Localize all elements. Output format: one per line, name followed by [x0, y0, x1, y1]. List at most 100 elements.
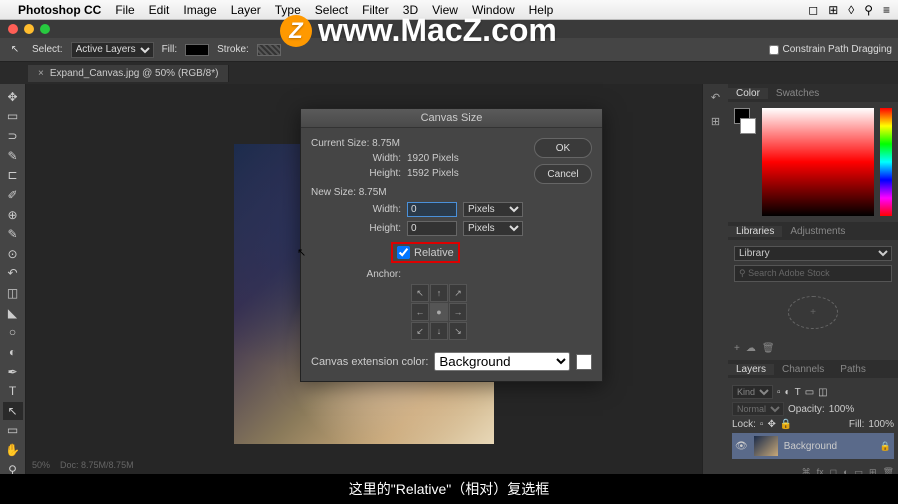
new-height-input[interactable]	[407, 221, 457, 236]
path-selection-tool[interactable]: ↖	[3, 402, 23, 420]
layer-row-background[interactable]: 👁 Background 🔒	[732, 433, 894, 459]
search-icon[interactable]: ⚲	[864, 3, 873, 17]
relative-label: Relative	[414, 247, 454, 259]
anchor-s[interactable]: ↓	[430, 322, 448, 340]
menu-image[interactable]: Image	[183, 3, 216, 17]
doc-size: Doc: 8.75M/8.75M	[60, 460, 134, 470]
filter-image-icon[interactable]: ▫	[777, 387, 781, 398]
blur-tool[interactable]: ○	[3, 324, 23, 342]
relative-checkbox[interactable]	[397, 246, 410, 259]
properties-panel-icon[interactable]: ⊞	[707, 112, 725, 130]
color-tab[interactable]: Color	[728, 88, 768, 99]
relative-checkbox-highlight: Relative	[391, 242, 460, 263]
minimize-window-button[interactable]	[24, 24, 34, 34]
layer-lock-icon[interactable]: 🔒	[880, 441, 891, 452]
close-tab-icon[interactable]: ×	[38, 68, 44, 79]
hand-tool[interactable]: ✋	[3, 441, 23, 459]
library-drop-target[interactable]: +	[788, 296, 838, 329]
color-spectrum[interactable]	[762, 108, 874, 216]
lock-all-icon[interactable]: 🔒	[780, 419, 792, 430]
stroke-swatch[interactable]	[257, 44, 281, 56]
anchor-n[interactable]: ↑	[430, 284, 448, 302]
battery-icon[interactable]: ◊	[848, 3, 854, 17]
close-window-button[interactable]	[8, 24, 18, 34]
opacity-value[interactable]: 100%	[829, 404, 855, 415]
menu-extras-icon[interactable]: ≡	[883, 3, 890, 17]
healing-tool[interactable]: ⊕	[3, 206, 23, 224]
eyedropper-tool[interactable]: ✐	[3, 186, 23, 204]
fill-opacity-value[interactable]: 100%	[868, 419, 894, 430]
layer-kind-filter[interactable]: Kind	[732, 385, 773, 399]
filter-type-icon[interactable]: T	[795, 387, 801, 398]
clone-tool[interactable]: ⊙	[3, 245, 23, 263]
gradient-tool[interactable]: ◣	[3, 304, 23, 322]
constrain-checkbox[interactable]: Constrain Path Dragging	[769, 44, 892, 55]
extension-color-select[interactable]: Background	[434, 352, 570, 371]
layers-tab[interactable]: Layers	[728, 364, 774, 375]
libraries-tab[interactable]: Libraries	[728, 226, 782, 237]
select-dropdown[interactable]: Active Layers	[71, 42, 154, 58]
new-width-input[interactable]	[407, 202, 457, 217]
adjustments-tab[interactable]: Adjustments	[782, 226, 853, 237]
filter-smart-icon[interactable]: ◫	[818, 387, 827, 398]
lock-pixels-icon[interactable]: ▫	[760, 419, 764, 430]
layer-thumbnail[interactable]	[754, 436, 778, 456]
ok-button[interactable]: OK	[534, 138, 592, 158]
anchor-ne[interactable]: ↗	[449, 284, 467, 302]
panel-bg-swatch[interactable]	[740, 118, 756, 134]
hue-slider[interactable]	[880, 108, 892, 216]
filter-adjust-icon[interactable]: ◐	[785, 387, 791, 398]
anchor-e[interactable]: →	[449, 303, 467, 321]
library-select[interactable]: Library	[734, 246, 892, 261]
type-tool[interactable]: T	[3, 382, 23, 400]
crop-tool[interactable]: ⊏	[3, 167, 23, 185]
dodge-tool[interactable]: ◐	[3, 343, 23, 361]
swatches-tab[interactable]: Swatches	[768, 88, 827, 99]
maximize-window-button[interactable]	[40, 24, 50, 34]
paths-tab[interactable]: Paths	[832, 364, 874, 375]
width-unit-select[interactable]: Pixels	[463, 202, 523, 217]
anchor-center[interactable]: ●	[430, 303, 448, 321]
anchor-se[interactable]: ↘	[449, 322, 467, 340]
extension-color-label: Canvas extension color:	[311, 356, 428, 368]
fill-label: Fill:	[162, 44, 178, 55]
cancel-button[interactable]: Cancel	[534, 164, 592, 184]
wifi-icon[interactable]: ⊞	[828, 3, 838, 17]
filter-shape-icon[interactable]: ▭	[805, 387, 814, 398]
lock-position-icon[interactable]: ✥	[767, 419, 775, 430]
history-brush-tool[interactable]: ↶	[3, 265, 23, 283]
blend-mode-select[interactable]: Normal	[732, 402, 784, 416]
lib-trash-icon[interactable]: 🗑	[762, 343, 775, 354]
stock-search-input[interactable]: ⚲ Search Adobe Stock	[734, 265, 892, 282]
lasso-tool[interactable]: ⊃	[3, 127, 23, 145]
brush-tool[interactable]: ✎	[3, 225, 23, 243]
pen-tool[interactable]: ✒	[3, 363, 23, 381]
new-width-label: Width:	[311, 204, 401, 215]
lib-add-icon[interactable]: +	[734, 343, 740, 354]
shape-tool[interactable]: ▭	[3, 422, 23, 440]
height-unit-select[interactable]: Pixels	[463, 221, 523, 236]
document-tab[interactable]: × Expand_Canvas.jpg @ 50% (RGB/8*)	[28, 65, 229, 82]
fill-swatch[interactable]	[185, 44, 209, 56]
channels-tab[interactable]: Channels	[774, 364, 832, 375]
move-tool[interactable]: ✥	[3, 88, 23, 106]
display-icon[interactable]: ◻	[808, 3, 818, 17]
app-menu[interactable]: Photoshop CC	[18, 3, 101, 17]
zoom-level[interactable]: 50%	[32, 460, 50, 470]
extension-color-swatch[interactable]	[576, 354, 592, 370]
marquee-tool[interactable]: ▭	[3, 108, 23, 126]
menu-layer[interactable]: Layer	[231, 3, 261, 17]
menu-edit[interactable]: Edit	[149, 3, 170, 17]
history-panel-icon[interactable]: ↶	[707, 88, 725, 106]
anchor-nw[interactable]: ↖	[411, 284, 429, 302]
anchor-grid[interactable]: ↖↑↗ ←●→ ↙↓↘	[411, 284, 592, 340]
color-panel	[728, 102, 898, 222]
anchor-w[interactable]: ←	[411, 303, 429, 321]
visibility-toggle-icon[interactable]: 👁	[735, 441, 748, 452]
status-bar: 50% Doc: 8.75M/8.75M	[26, 458, 140, 474]
quick-select-tool[interactable]: ✎	[3, 147, 23, 165]
eraser-tool[interactable]: ◫	[3, 284, 23, 302]
anchor-sw[interactable]: ↙	[411, 322, 429, 340]
lib-cloud-icon[interactable]: ☁	[746, 343, 756, 354]
menu-file[interactable]: File	[115, 3, 134, 17]
